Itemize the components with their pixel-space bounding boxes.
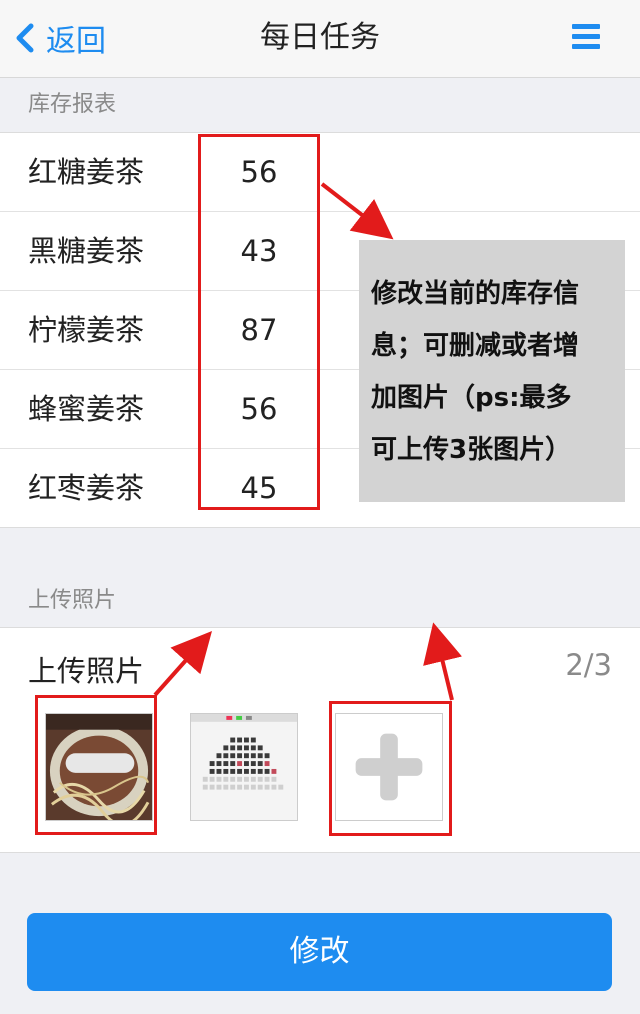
item-name: 黑糖姜茶	[28, 234, 145, 268]
note-line: 可上传3张图片）	[371, 435, 572, 465]
count-highlight-box	[198, 134, 320, 510]
item-name: 红枣姜茶	[28, 471, 145, 505]
seat-map-image	[191, 714, 297, 820]
inventory-section-title: 库存报表	[28, 92, 117, 117]
item-name: 红糖姜茶	[28, 155, 145, 189]
page-title: 每日任务	[260, 20, 380, 55]
menu-icon[interactable]	[572, 24, 600, 52]
nav-bar: 返回 每日任务	[0, 0, 640, 78]
list-item[interactable]: 红糖姜茶 56	[0, 133, 640, 212]
annotation-note: 修改当前的库存信 息；可删减或者增 加图片（ps:最多 可上传3张图片）	[359, 240, 625, 502]
note-line: 修改当前的库存信	[371, 279, 580, 309]
photo-thumbnail[interactable]	[190, 713, 298, 821]
note-line: 加图片（ps:最多	[371, 383, 572, 413]
upload-count: 2/3	[565, 648, 612, 682]
submit-button[interactable]: 修改	[27, 913, 612, 991]
photo-section-title: 上传照片	[28, 588, 117, 613]
item-name: 蜂蜜姜茶	[28, 392, 145, 426]
photo-highlight-box	[35, 695, 157, 835]
upload-label: 上传照片	[28, 654, 145, 688]
note-line: 息；可删减或者增	[371, 331, 580, 361]
item-name: 柠檬姜茶	[28, 313, 145, 347]
add-highlight-box	[329, 701, 452, 836]
